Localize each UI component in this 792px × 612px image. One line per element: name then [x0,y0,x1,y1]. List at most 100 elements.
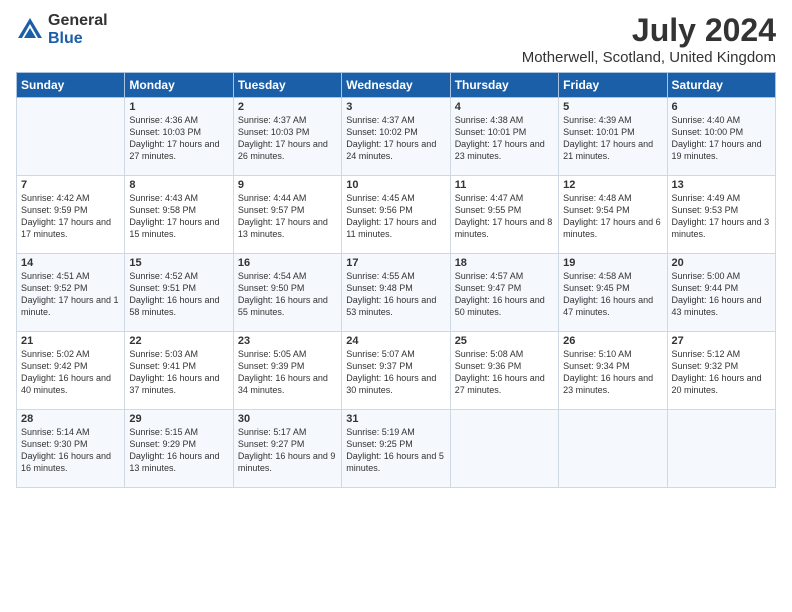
logo: General Blue [16,12,108,47]
cell-info: Sunrise: 4:58 AMSunset: 9:45 PMDaylight:… [563,270,662,319]
calendar-cell: 9Sunrise: 4:44 AMSunset: 9:57 PMDaylight… [233,176,341,254]
day-number: 20 [672,257,771,269]
calendar-cell: 24Sunrise: 5:07 AMSunset: 9:37 PMDayligh… [342,332,450,410]
cell-info: Sunrise: 4:51 AMSunset: 9:52 PMDaylight:… [21,270,120,319]
day-number: 17 [346,257,445,269]
cell-info: Sunrise: 4:36 AMSunset: 10:03 PMDaylight… [129,114,228,163]
cell-info: Sunrise: 4:37 AMSunset: 10:03 PMDaylight… [238,114,337,163]
weekday-header: Thursday [450,73,558,98]
calendar-cell [17,98,125,176]
page: General Blue July 2024 Motherwell, Scotl… [0,0,792,612]
cell-info: Sunrise: 4:37 AMSunset: 10:02 PMDaylight… [346,114,445,163]
cell-info: Sunrise: 4:47 AMSunset: 9:55 PMDaylight:… [455,192,554,241]
day-number: 7 [21,179,120,191]
day-number: 5 [563,101,662,113]
day-number: 22 [129,335,228,347]
cell-info: Sunrise: 5:14 AMSunset: 9:30 PMDaylight:… [21,426,120,475]
day-number: 23 [238,335,337,347]
title-block: July 2024 Motherwell, Scotland, United K… [522,12,776,66]
calendar-cell [450,410,558,488]
day-number: 31 [346,413,445,425]
cell-info: Sunrise: 4:52 AMSunset: 9:51 PMDaylight:… [129,270,228,319]
subtitle: Motherwell, Scotland, United Kingdom [522,49,776,66]
calendar-week-row: 1Sunrise: 4:36 AMSunset: 10:03 PMDayligh… [17,98,776,176]
cell-info: Sunrise: 5:05 AMSunset: 9:39 PMDaylight:… [238,348,337,397]
day-number: 29 [129,413,228,425]
weekday-row: SundayMondayTuesdayWednesdayThursdayFrid… [17,73,776,98]
day-number: 13 [672,179,771,191]
day-number: 12 [563,179,662,191]
cell-info: Sunrise: 5:15 AMSunset: 9:29 PMDaylight:… [129,426,228,475]
calendar-cell: 4Sunrise: 4:38 AMSunset: 10:01 PMDayligh… [450,98,558,176]
day-number: 8 [129,179,228,191]
calendar-cell: 22Sunrise: 5:03 AMSunset: 9:41 PMDayligh… [125,332,233,410]
cell-info: Sunrise: 5:17 AMSunset: 9:27 PMDaylight:… [238,426,337,475]
cell-info: Sunrise: 5:00 AMSunset: 9:44 PMDaylight:… [672,270,771,319]
calendar-cell: 1Sunrise: 4:36 AMSunset: 10:03 PMDayligh… [125,98,233,176]
weekday-header: Monday [125,73,233,98]
day-number: 27 [672,335,771,347]
calendar-cell: 21Sunrise: 5:02 AMSunset: 9:42 PMDayligh… [17,332,125,410]
calendar-cell: 18Sunrise: 4:57 AMSunset: 9:47 PMDayligh… [450,254,558,332]
calendar-cell: 6Sunrise: 4:40 AMSunset: 10:00 PMDayligh… [667,98,775,176]
day-number: 3 [346,101,445,113]
day-number: 18 [455,257,554,269]
day-number: 26 [563,335,662,347]
day-number: 2 [238,101,337,113]
cell-info: Sunrise: 5:02 AMSunset: 9:42 PMDaylight:… [21,348,120,397]
calendar-cell: 14Sunrise: 4:51 AMSunset: 9:52 PMDayligh… [17,254,125,332]
calendar-cell: 8Sunrise: 4:43 AMSunset: 9:58 PMDaylight… [125,176,233,254]
calendar-week-row: 21Sunrise: 5:02 AMSunset: 9:42 PMDayligh… [17,332,776,410]
cell-info: Sunrise: 5:19 AMSunset: 9:25 PMDaylight:… [346,426,445,475]
calendar-cell: 12Sunrise: 4:48 AMSunset: 9:54 PMDayligh… [559,176,667,254]
calendar-cell: 31Sunrise: 5:19 AMSunset: 9:25 PMDayligh… [342,410,450,488]
weekday-header: Tuesday [233,73,341,98]
day-number: 15 [129,257,228,269]
day-number: 30 [238,413,337,425]
cell-info: Sunrise: 4:43 AMSunset: 9:58 PMDaylight:… [129,192,228,241]
calendar-week-row: 14Sunrise: 4:51 AMSunset: 9:52 PMDayligh… [17,254,776,332]
calendar-cell: 16Sunrise: 4:54 AMSunset: 9:50 PMDayligh… [233,254,341,332]
calendar-cell: 17Sunrise: 4:55 AMSunset: 9:48 PMDayligh… [342,254,450,332]
day-number: 14 [21,257,120,269]
main-title: July 2024 [522,12,776,49]
day-number: 9 [238,179,337,191]
calendar-header: SundayMondayTuesdayWednesdayThursdayFrid… [17,73,776,98]
day-number: 28 [21,413,120,425]
calendar-cell: 13Sunrise: 4:49 AMSunset: 9:53 PMDayligh… [667,176,775,254]
calendar-cell: 29Sunrise: 5:15 AMSunset: 9:29 PMDayligh… [125,410,233,488]
weekday-header: Sunday [17,73,125,98]
calendar-cell: 27Sunrise: 5:12 AMSunset: 9:32 PMDayligh… [667,332,775,410]
cell-info: Sunrise: 4:48 AMSunset: 9:54 PMDaylight:… [563,192,662,241]
cell-info: Sunrise: 4:40 AMSunset: 10:00 PMDaylight… [672,114,771,163]
calendar-cell [667,410,775,488]
calendar-table: SundayMondayTuesdayWednesdayThursdayFrid… [16,72,776,488]
calendar-cell: 11Sunrise: 4:47 AMSunset: 9:55 PMDayligh… [450,176,558,254]
calendar-week-row: 7Sunrise: 4:42 AMSunset: 9:59 PMDaylight… [17,176,776,254]
day-number: 11 [455,179,554,191]
calendar-cell: 30Sunrise: 5:17 AMSunset: 9:27 PMDayligh… [233,410,341,488]
logo-text: General Blue [48,12,108,47]
day-number: 6 [672,101,771,113]
cell-info: Sunrise: 4:54 AMSunset: 9:50 PMDaylight:… [238,270,337,319]
calendar-week-row: 28Sunrise: 5:14 AMSunset: 9:30 PMDayligh… [17,410,776,488]
cell-info: Sunrise: 5:08 AMSunset: 9:36 PMDaylight:… [455,348,554,397]
cell-info: Sunrise: 5:07 AMSunset: 9:37 PMDaylight:… [346,348,445,397]
calendar-cell: 19Sunrise: 4:58 AMSunset: 9:45 PMDayligh… [559,254,667,332]
cell-info: Sunrise: 5:10 AMSunset: 9:34 PMDaylight:… [563,348,662,397]
calendar-cell: 3Sunrise: 4:37 AMSunset: 10:02 PMDayligh… [342,98,450,176]
weekday-header: Friday [559,73,667,98]
day-number: 16 [238,257,337,269]
logo-general-text: General [48,12,108,30]
header: General Blue July 2024 Motherwell, Scotl… [16,12,776,66]
calendar-cell: 20Sunrise: 5:00 AMSunset: 9:44 PMDayligh… [667,254,775,332]
calendar-cell: 15Sunrise: 4:52 AMSunset: 9:51 PMDayligh… [125,254,233,332]
cell-info: Sunrise: 4:38 AMSunset: 10:01 PMDaylight… [455,114,554,163]
calendar-cell: 23Sunrise: 5:05 AMSunset: 9:39 PMDayligh… [233,332,341,410]
weekday-header: Wednesday [342,73,450,98]
day-number: 21 [21,335,120,347]
day-number: 19 [563,257,662,269]
day-number: 10 [346,179,445,191]
calendar-cell: 7Sunrise: 4:42 AMSunset: 9:59 PMDaylight… [17,176,125,254]
calendar-cell: 2Sunrise: 4:37 AMSunset: 10:03 PMDayligh… [233,98,341,176]
